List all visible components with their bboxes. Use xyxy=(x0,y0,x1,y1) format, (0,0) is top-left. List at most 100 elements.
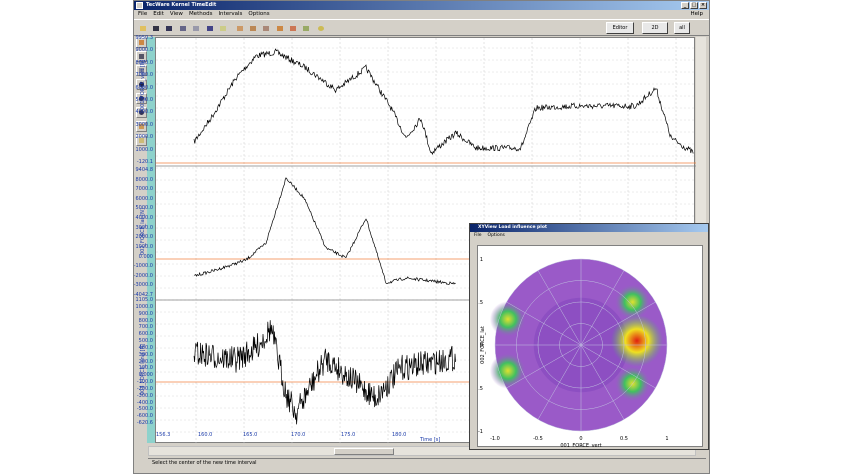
p3-ytick: -300.0 xyxy=(136,392,153,399)
p3-ytick: -600.0 xyxy=(136,413,153,420)
p3-ytick: 800.0 xyxy=(138,317,153,324)
p1-ytick: 3000.0 xyxy=(135,121,154,128)
p2-ytick: -1000.0 xyxy=(133,263,153,270)
x-tick: 156.3 xyxy=(156,432,171,438)
new-icon[interactable] xyxy=(137,23,148,33)
p3-ytick: 1105.0 xyxy=(135,297,154,303)
xy-plot-icon[interactable] xyxy=(300,23,311,33)
p2-ytick: 8000.0 xyxy=(135,176,154,183)
x-tick: 165.0 xyxy=(243,432,258,438)
p3-ytick: 100.0 xyxy=(138,365,153,372)
p3-ytick: 700.0 xyxy=(138,324,153,331)
print-icon[interactable] xyxy=(177,23,188,33)
polar-xtick: 0.5 xyxy=(620,436,628,442)
statistics-icon[interactable] xyxy=(287,23,298,33)
save-icon[interactable] xyxy=(150,23,161,33)
p3-ytick: 1000.0 xyxy=(135,303,154,310)
x-axis-label: Time [s] xyxy=(420,437,441,443)
xyview-window: XYView Load influence plot File Options … xyxy=(469,223,709,450)
polar-ytick: 0.5 xyxy=(478,300,483,306)
filter-icon[interactable] xyxy=(274,23,285,33)
popup-menu-options[interactable]: Options xyxy=(488,233,505,238)
force-vert-trace xyxy=(193,48,694,156)
polar-xlabel: 001_FORCE_vert xyxy=(560,443,601,448)
p2-ytick: 0.000 xyxy=(138,253,153,260)
p1-ytick: 6000.0 xyxy=(135,84,154,91)
p2-ytick: 2000.0 xyxy=(135,234,154,241)
p1-ytick: 4000.0 xyxy=(135,109,154,116)
polar-xtick: -0.5 xyxy=(533,436,543,442)
polar-ytick: -0.5 xyxy=(478,386,483,392)
polar-ytick: 1 xyxy=(480,257,483,263)
p3-ytick: 200.0 xyxy=(138,358,153,365)
p1-ytick: 5000.0 xyxy=(135,97,154,103)
polar-xtick: 0 xyxy=(579,436,582,442)
p2-ytick: 3000.0 xyxy=(135,224,154,231)
polar-ylabel: 002_FORCE_lat xyxy=(480,326,486,364)
window-title: TecWare Kernel TimeEdit xyxy=(146,2,217,8)
editor-button[interactable]: Editor xyxy=(606,22,634,34)
p1-ytick: 9000.0 xyxy=(135,47,154,54)
hotspot xyxy=(614,284,651,320)
scroll-thumb[interactable] xyxy=(334,448,394,455)
menu-methods[interactable]: Methods xyxy=(189,10,213,19)
p1-ytick: 9950.3 xyxy=(135,35,154,41)
p3-ytick: -620.6 xyxy=(136,420,153,426)
load-influence-plot[interactable]: -1.0-0.500.5110.50-0.5-1001_FORCE_vert00… xyxy=(473,245,703,449)
menu-intervals[interactable]: Intervals xyxy=(218,10,242,19)
menu-help[interactable]: Help xyxy=(690,10,703,19)
chart-icon[interactable] xyxy=(234,23,245,33)
histogram-icon[interactable] xyxy=(247,23,258,33)
p2-ytick: 6000.0 xyxy=(135,195,154,202)
p1-ytick: 8000.0 xyxy=(135,59,154,66)
menu-view[interactable]: View xyxy=(170,10,183,19)
maximize-icon[interactable]: □ xyxy=(690,2,698,9)
p2-ytick: 1000.0 xyxy=(135,243,154,250)
plot2-ylabel: 002_FORCE_lat [N] xyxy=(140,208,146,255)
p1-ytick: 7000.0 xyxy=(135,72,154,79)
x-tick: 160.0 xyxy=(198,432,213,438)
hotspot xyxy=(610,314,663,367)
app-icon xyxy=(136,2,143,9)
p3-ytick: -200.0 xyxy=(136,385,153,392)
popup-menu-file[interactable]: File xyxy=(474,233,482,238)
copy-icon[interactable] xyxy=(190,23,201,33)
search-icon[interactable] xyxy=(315,23,326,33)
p2-ytick: -3000.0 xyxy=(133,282,153,289)
menu-bar: File Edit View Methods Intervals Options… xyxy=(134,10,709,19)
p3-ytick: 400.0 xyxy=(138,344,153,351)
polar-xtick: -1.0 xyxy=(490,436,500,442)
p2-ytick: 9404.8 xyxy=(135,167,154,173)
p2-ytick: 7000.0 xyxy=(135,186,154,193)
p2-ytick: -2000.0 xyxy=(133,272,153,279)
p2-ytick: 5000.0 xyxy=(135,205,154,212)
all-button[interactable]: all xyxy=(674,22,690,34)
p3-ytick: -500.0 xyxy=(136,406,153,413)
p3-ytick: -400.0 xyxy=(136,399,153,406)
polar-ytick: -1 xyxy=(478,429,483,435)
p3-ytick: 300.0 xyxy=(138,351,153,358)
p3-ytick: -100.0 xyxy=(136,379,153,385)
undo-icon[interactable] xyxy=(204,23,215,33)
spectrum-icon[interactable] xyxy=(260,23,271,33)
menu-options[interactable]: Options xyxy=(248,10,269,19)
export-icon[interactable] xyxy=(217,23,228,33)
open-icon[interactable] xyxy=(163,23,174,33)
2d-button[interactable]: 2D xyxy=(642,22,668,34)
title-bar: TecWare Kernel TimeEdit _ □ × xyxy=(134,1,709,10)
menu-edit[interactable]: Edit xyxy=(153,10,164,19)
p3-ytick: 0.000 xyxy=(138,372,153,379)
p1-ytick: -120.1 xyxy=(136,159,153,165)
menu-file[interactable]: File xyxy=(138,10,147,19)
p1-ytick: 2000.0 xyxy=(135,134,154,141)
plot1-ylabel: 001_FORCE_vert [N] xyxy=(140,59,146,110)
hotspot xyxy=(489,301,526,338)
minimize-icon[interactable]: _ xyxy=(681,2,689,9)
x-tick: 170.0 xyxy=(291,432,306,438)
toolbar: Editor 2D all xyxy=(134,19,709,36)
plot3-ylabel: 003_FORCE_long [N] xyxy=(140,343,146,395)
p2-ytick: 4000.0 xyxy=(135,215,154,222)
close-icon[interactable]: × xyxy=(699,2,707,9)
polar-heatmap: -1.0-0.500.5110.50-0.5-1001_FORCE_vert00… xyxy=(473,257,668,449)
hotspot xyxy=(489,352,526,389)
